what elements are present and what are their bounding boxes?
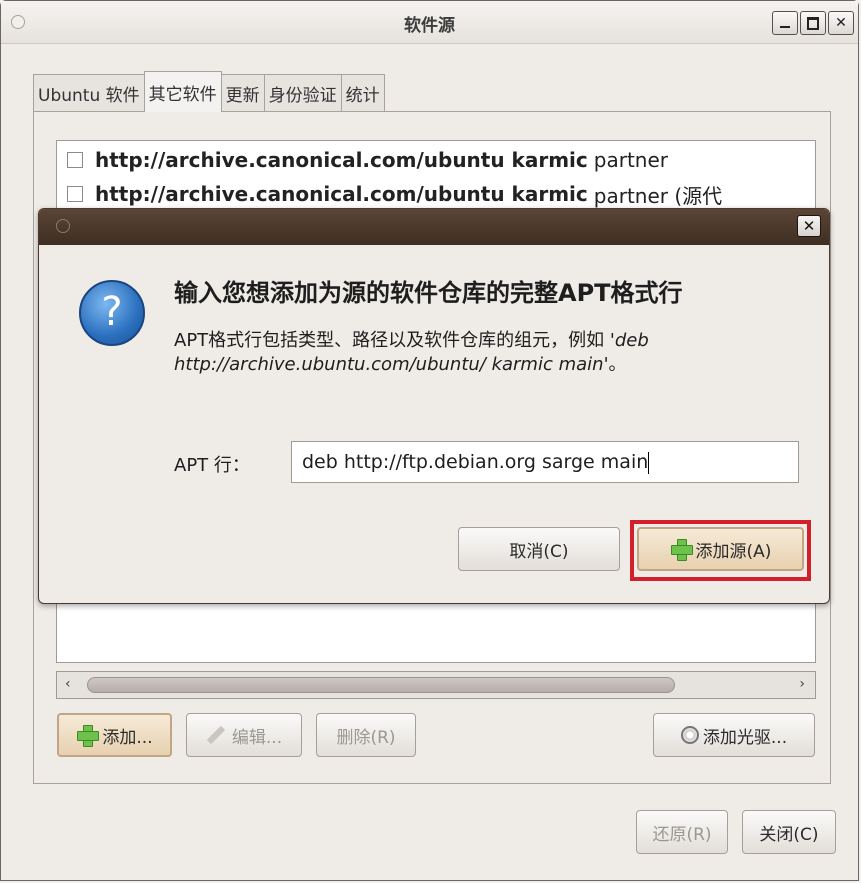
apt-line-value: deb http://ftp.debian.org sarge main [302,451,649,473]
source-row[interactable]: http://archive.canonical.com/ubuntu karm… [57,143,815,177]
source-url: http://archive.canonical.com/ubuntu karm… [95,182,588,206]
close-icon[interactable]: ✕ [828,11,854,35]
tab-other-software[interactable]: 其它软件 [143,71,222,112]
cancel-button-label: 取消(C) [509,541,569,562]
cdrom-icon [680,726,699,744]
dialog-close-icon[interactable]: ✕ [797,215,821,237]
source-component: partner (源代 [593,183,723,208]
desc-suffix: '。 [603,354,627,375]
scroll-left-icon[interactable]: ‹ [65,676,71,692]
source-checkbox[interactable] [67,186,83,202]
dialog-menu-icon[interactable] [56,219,70,233]
pencil-icon [206,725,226,745]
dialog-titlebar[interactable]: ✕ [39,209,829,245]
remove-button[interactable]: 删除(R) [316,713,416,757]
add-cdrom-button[interactable]: 添加光驱... [653,713,815,757]
edit-button-label: 编辑... [231,727,283,748]
edit-button[interactable]: 编辑... [186,713,302,757]
apt-line-label: APT 行： [174,455,250,476]
plus-icon [76,724,100,747]
minimize-button[interactable] [772,11,798,35]
window-titlebar[interactable]: 软件源 ✕ [1,1,858,44]
tab-authentication[interactable]: 身份验证 [263,74,342,112]
scrollbar-thumb[interactable] [87,677,675,693]
apt-line-input[interactable]: deb http://ftp.debian.org sarge main [291,441,799,483]
tab-updates[interactable]: 更新 [220,74,265,112]
scroll-right-icon[interactable]: › [799,676,805,692]
revert-button[interactable]: 还原(R) [636,810,728,854]
desc-prefix: APT格式行包括类型、路径以及软件仓库的组元，例如 ' [174,330,615,351]
horizontal-scrollbar[interactable]: ‹ › [56,671,816,699]
close-button[interactable]: 关闭(C) [742,810,836,854]
source-checkbox[interactable] [67,152,83,168]
source-row[interactable]: http://archive.canonical.com/ubuntu karm… [57,177,815,211]
add-source-dialog: ✕ ? 输入您想添加为源的软件仓库的完整APT格式行 APT格式行包括类型、路径… [38,208,830,604]
source-component: partner [593,148,668,172]
dialog-description: APT格式行包括类型、路径以及软件仓库的组元，例如 'deb http://ar… [174,329,744,377]
add-button-label: 添加... [102,727,153,748]
add-cdrom-label: 添加光驱... [702,727,788,748]
add-button[interactable]: 添加... [57,713,172,757]
maximize-button[interactable] [800,11,826,35]
revert-button-label: 还原(R) [652,824,712,845]
window-title: 软件源 [404,16,455,36]
source-url: http://archive.canonical.com/ubuntu karm… [95,148,588,172]
highlight-frame [630,520,811,581]
text-caret [648,451,650,474]
cancel-button[interactable]: 取消(C) [458,527,620,571]
question-icon: ? [79,280,145,346]
dialog-heading: 输入您想添加为源的软件仓库的完整APT格式行 [174,279,683,307]
remove-button-label: 删除(R) [336,727,396,748]
tab-bar: Ubuntu 软件 其它软件 更新 身份验证 统计 [33,71,385,112]
tab-ubuntu-software[interactable]: Ubuntu 软件 [33,74,145,112]
close-button-label: 关闭(C) [759,824,819,845]
tab-statistics[interactable]: 统计 [340,74,385,112]
